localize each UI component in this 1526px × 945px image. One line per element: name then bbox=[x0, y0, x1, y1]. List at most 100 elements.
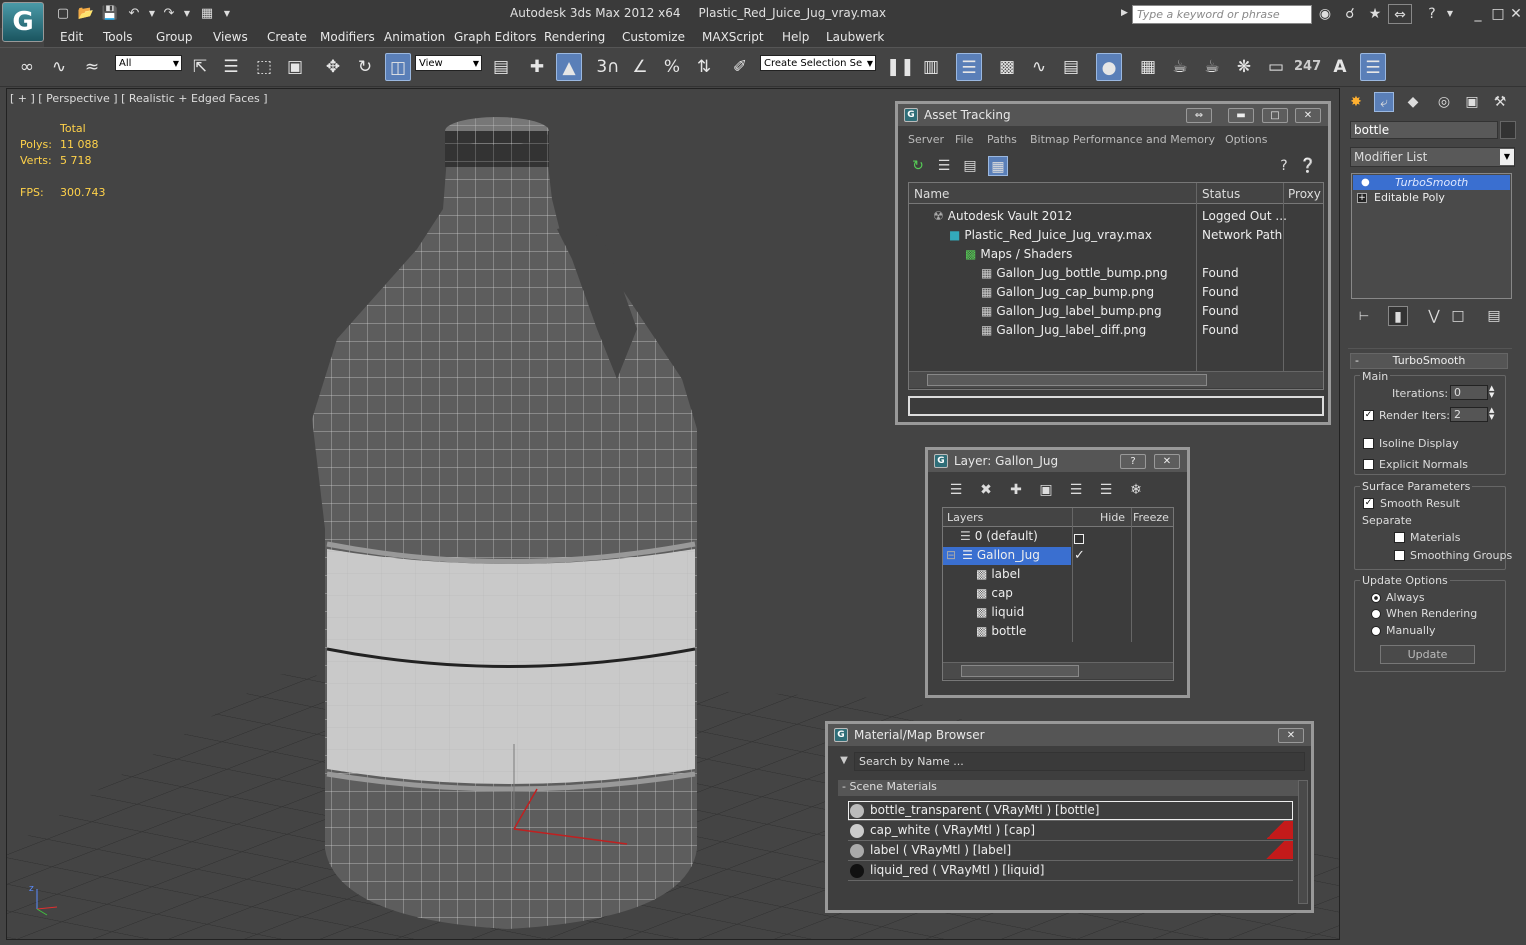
select-by-name-icon[interactable]: ☰ bbox=[218, 53, 244, 81]
menu-laubwerk[interactable]: Laubwerk bbox=[826, 30, 884, 44]
rotate-icon[interactable]: ↻ bbox=[352, 53, 378, 81]
smoothing-groups-checkbox[interactable] bbox=[1394, 550, 1405, 561]
col-status[interactable]: Status bbox=[1202, 187, 1240, 201]
browser-options-icon[interactable]: ▼ bbox=[836, 752, 852, 770]
detail-view-icon[interactable]: ▤ bbox=[960, 156, 980, 176]
object-name-field[interactable]: bottle bbox=[1350, 121, 1498, 139]
mirror-icon[interactable]: ❚❚ bbox=[886, 53, 915, 81]
new-file-icon[interactable]: ▢ bbox=[54, 5, 72, 23]
bind-spacewarp-icon[interactable]: ≈ bbox=[79, 53, 105, 81]
menu-server[interactable]: Server bbox=[908, 133, 944, 146]
binoculars-icon[interactable]: ◉ bbox=[1315, 4, 1335, 24]
save-icon[interactable]: 💾 bbox=[101, 5, 119, 23]
star-icon[interactable]: ★ bbox=[1365, 4, 1385, 24]
move-icon[interactable]: ✥ bbox=[320, 53, 346, 81]
layer-manager-icon[interactable]: ☰ bbox=[956, 53, 982, 81]
material-row[interactable]: label ( VRayMtl ) [label] bbox=[850, 841, 1011, 860]
highlight-layer-icon[interactable]: ☰ bbox=[1066, 480, 1086, 500]
undo-icon[interactable]: ↶ bbox=[125, 5, 143, 23]
rect-selection-icon[interactable]: ⬚ bbox=[251, 53, 277, 81]
asset-row-maxfile[interactable]: ■ Plastic_Red_Juice_Jug_vray.max bbox=[949, 226, 1152, 245]
layer-row-object[interactable]: ▩ bottle bbox=[976, 622, 1026, 641]
dock-icon[interactable]: ⇔ bbox=[1186, 108, 1212, 123]
menu-graph-editors[interactable]: Graph Editors bbox=[454, 30, 536, 44]
rollout-turbosmooth[interactable]: - TurboSmooth bbox=[1350, 353, 1508, 369]
asset-path-field[interactable] bbox=[908, 396, 1324, 416]
delete-layer-icon[interactable]: ✖ bbox=[976, 480, 996, 500]
material-vscrollbar[interactable] bbox=[1298, 780, 1308, 904]
viewport-label[interactable]: [ + ] [ Perspective ] [ Realistic + Edge… bbox=[10, 92, 268, 105]
menu-edit[interactable]: Edit bbox=[60, 30, 83, 44]
maximize-window-icon[interactable]: □ bbox=[1262, 108, 1288, 123]
menu-paths[interactable]: Paths bbox=[987, 133, 1017, 146]
maximize-icon[interactable]: □ bbox=[1488, 4, 1508, 24]
bulb-icon[interactable]: ● bbox=[1361, 177, 1370, 188]
material-search-input[interactable]: Search by Name ... bbox=[854, 752, 1305, 771]
col-proxy[interactable]: Proxy bbox=[1288, 187, 1321, 201]
render-production-icon[interactable]: ☕ bbox=[1199, 53, 1225, 81]
qa-dropdown-icon[interactable]: ▼ bbox=[218, 5, 236, 23]
project-folder-icon[interactable]: ▦ bbox=[198, 5, 216, 23]
menu-options[interactable]: Options bbox=[1225, 133, 1267, 146]
smooth-result-checkbox[interactable]: ✓ bbox=[1363, 498, 1374, 509]
utilities-tab-icon[interactable]: ⚒ bbox=[1490, 92, 1510, 112]
selection-filter-dropdown[interactable]: All bbox=[115, 55, 182, 71]
help-icon[interactable]: ? bbox=[1120, 454, 1146, 469]
close-window-icon[interactable]: ✕ bbox=[1295, 108, 1321, 123]
layer-row-object[interactable]: ▩ liquid bbox=[976, 603, 1024, 622]
render-iters-arrows-icon[interactable]: ▲ ▼ bbox=[1489, 407, 1498, 422]
layer-row-object[interactable]: ▩ label bbox=[976, 565, 1020, 584]
pin-stack-icon[interactable]: ⊢ bbox=[1354, 306, 1374, 326]
menu-maxscript[interactable]: MAXScript bbox=[702, 30, 764, 44]
light-tool-icon[interactable]: ❋ bbox=[1231, 53, 1257, 81]
redo-dropdown-icon[interactable]: ▼ bbox=[178, 5, 196, 23]
asset-hscrollbar[interactable] bbox=[909, 371, 1323, 388]
unlink-icon[interactable]: ∿ bbox=[46, 53, 72, 81]
layer-row-gallon-jug[interactable]: ⊟ ☰ Gallon_Jug bbox=[946, 546, 1040, 565]
rendered-frame-icon[interactable]: ☕ bbox=[1167, 53, 1193, 81]
ref-coord-dropdown[interactable]: View bbox=[415, 55, 482, 71]
when-rendering-radio[interactable] bbox=[1371, 609, 1381, 619]
layer-row-object[interactable]: ▩ cap bbox=[976, 584, 1013, 603]
stack-item-turbosmooth[interactable]: TurboSmooth bbox=[1353, 175, 1510, 190]
asset-row-file[interactable]: ▦ Gallon_Jug_bottle_bump.png bbox=[981, 264, 1168, 283]
checkmark-icon[interactable]: ✓ bbox=[1074, 548, 1085, 563]
align-icon[interactable]: ▥ bbox=[918, 53, 944, 81]
hierarchy-tab-icon[interactable]: ◆ bbox=[1403, 92, 1423, 112]
create-tab-icon[interactable]: ✸ bbox=[1346, 92, 1366, 112]
list-tool-icon[interactable]: ☰ bbox=[1360, 53, 1386, 81]
col-name[interactable]: Name bbox=[914, 187, 949, 201]
key-icon[interactable]: ☌ bbox=[1340, 4, 1360, 24]
close-window-icon[interactable]: ✕ bbox=[1154, 454, 1180, 469]
close-icon[interactable]: ✕ bbox=[1506, 4, 1526, 24]
pivot-center-icon[interactable]: ▤ bbox=[488, 53, 514, 81]
menu-group[interactable]: Group bbox=[156, 30, 193, 44]
menu-modifiers[interactable]: Modifiers bbox=[320, 30, 375, 44]
redo-icon[interactable]: ↷ bbox=[160, 5, 178, 23]
display-tab-icon[interactable]: ▣ bbox=[1462, 92, 1482, 112]
asset-row-maps[interactable]: ▩ Maps / Shaders bbox=[965, 245, 1072, 264]
communication-icon[interactable]: ⇔ bbox=[1388, 4, 1412, 24]
table-view-icon[interactable]: ▦ bbox=[988, 156, 1008, 176]
graphite-icon[interactable]: ▩ bbox=[994, 53, 1020, 81]
modifier-list-dropdown[interactable]: Modifier List ▼ bbox=[1350, 147, 1515, 167]
schematic-view-icon[interactable]: ▤ bbox=[1058, 53, 1084, 81]
menu-bitmap-performance[interactable]: Bitmap Performance and Memory bbox=[1030, 133, 1215, 146]
expand-arrow-icon[interactable]: ▶ bbox=[1121, 8, 1128, 18]
text-tool-icon[interactable]: A bbox=[1327, 53, 1353, 81]
hide-all-icon[interactable]: ☰ bbox=[1096, 480, 1116, 500]
snaps-toggle-icon[interactable]: 3∩ bbox=[595, 53, 621, 81]
layer-row-default[interactable]: ☰ 0 (default) bbox=[960, 527, 1038, 546]
render-iters-checkbox[interactable]: ✓ bbox=[1363, 410, 1374, 421]
asset-row-file[interactable]: ▦ Gallon_Jug_cap_bump.png bbox=[981, 283, 1154, 302]
menu-tools[interactable]: Tools bbox=[103, 30, 133, 44]
help-icon[interactable]: ? bbox=[1274, 156, 1294, 176]
col-layers[interactable]: Layers bbox=[947, 511, 983, 524]
undo-dropdown-icon[interactable]: ▼ bbox=[143, 5, 161, 23]
render-iters-spinner[interactable]: 2 bbox=[1450, 407, 1488, 422]
curve-editor-icon[interactable]: ∿ bbox=[1026, 53, 1052, 81]
menu-file[interactable]: File bbox=[955, 133, 973, 146]
configure-sets-icon[interactable]: ▤ bbox=[1484, 306, 1504, 326]
render-setup-icon[interactable]: ▦ bbox=[1135, 53, 1161, 81]
box-icon[interactable]: ▭ bbox=[1263, 53, 1289, 81]
